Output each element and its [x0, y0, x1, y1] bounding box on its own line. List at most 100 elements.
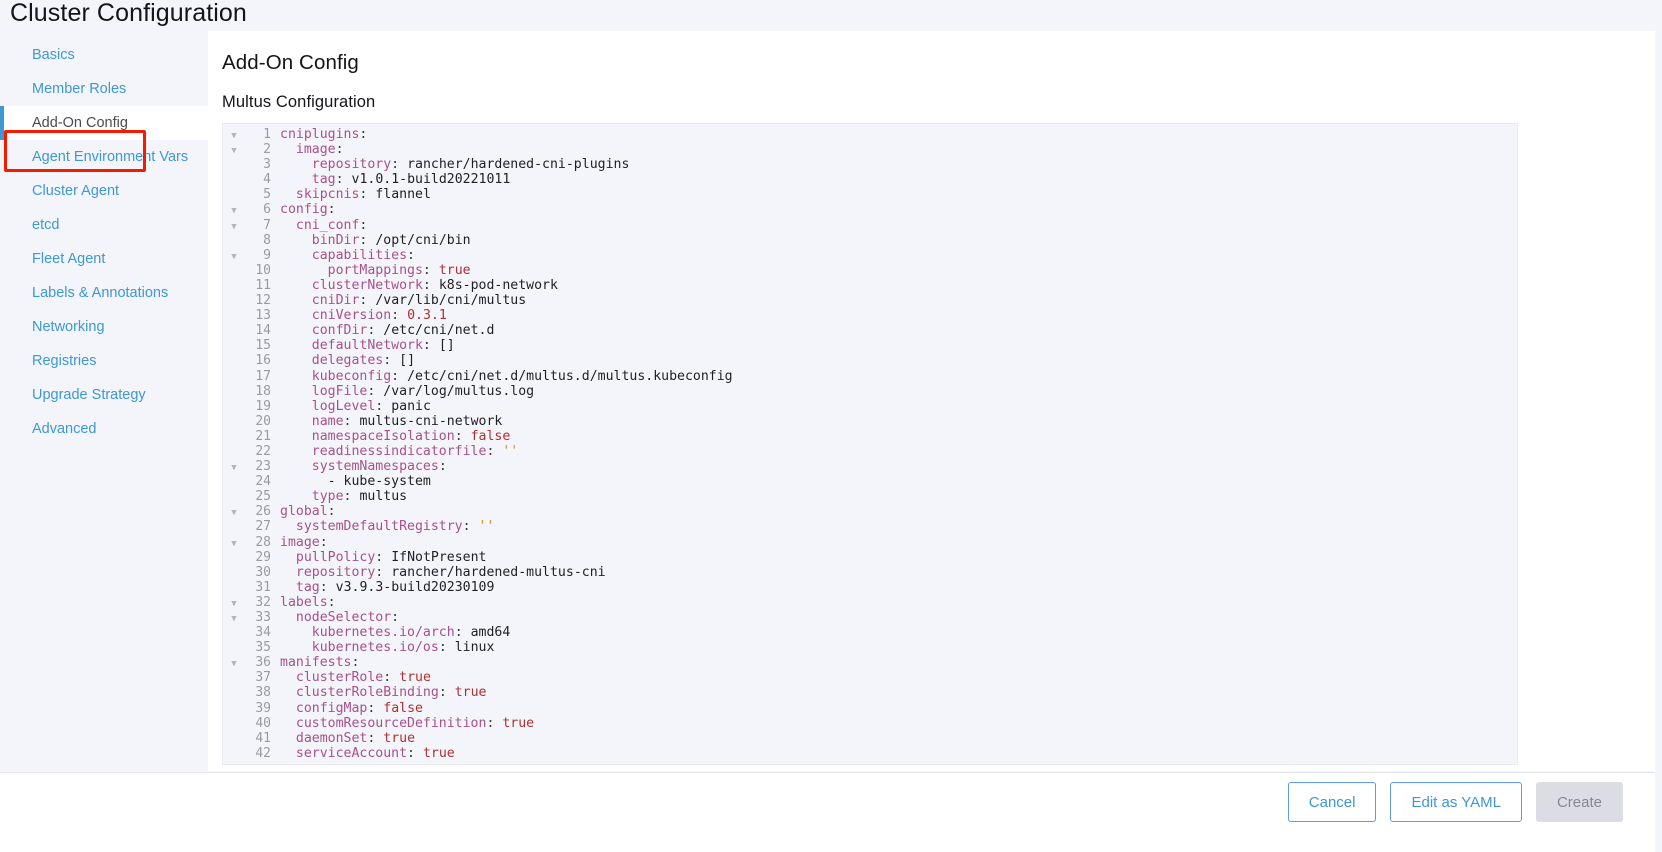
sidebar-item-fleet-agent[interactable]: Fleet Agent [0, 242, 208, 276]
line-number: 21 [255, 428, 271, 444]
sidebar-item-label: Add-On Config [32, 115, 128, 131]
sidebar-item-networking[interactable]: Networking [0, 310, 208, 344]
edit-as-yaml-button[interactable]: Edit as YAML [1390, 782, 1522, 822]
line-number: 3 [263, 157, 271, 173]
code-text: clusterNetwork: k8s-pod-network [311, 277, 558, 293]
sidebar-item-etcd[interactable]: etcd [0, 208, 208, 242]
code-line: 35 kubernetes.io/os: linux [223, 640, 1517, 655]
line-number: 1 [263, 127, 271, 142]
line-number: 32 [255, 594, 271, 610]
code-text: labels: [280, 594, 336, 610]
line-number: 9 [263, 247, 271, 263]
code-line: 3 repository: rancher/hardened-cni-plugi… [223, 157, 1517, 172]
fold-triangle-icon[interactable]: ▼ [223, 144, 245, 159]
code-line: ▼ 1 cniplugins: [223, 127, 1517, 142]
code-text: cni_conf: [295, 217, 368, 233]
line-number: 38 [255, 685, 271, 701]
sidebar-item-label: Fleet Agent [32, 251, 106, 267]
code-line: ▼ 9 capabilities: [223, 248, 1517, 263]
sidebar-item-label: Networking [32, 319, 105, 335]
sidebar-item-label: Agent Environment Vars [32, 149, 189, 165]
sidebar-item-labels-annotations[interactable]: Labels & Annotations [0, 276, 208, 310]
sidebar-item-cluster-agent[interactable]: Cluster Agent [0, 174, 208, 208]
sidebar-item-label: Cluster Agent [32, 183, 120, 199]
code-text: defaultNetwork: [] [311, 338, 455, 354]
sidebar-item-upgrade-strategy[interactable]: Upgrade Strategy [0, 378, 208, 412]
line-number: 37 [255, 670, 271, 686]
line-number: 2 [263, 142, 271, 158]
code-text: manifests: [280, 655, 360, 671]
sidebar-item-label: etcd [32, 217, 60, 233]
code-line: 31 tag: v3.9.3-build20230109 [223, 580, 1517, 595]
code-text: systemDefaultRegistry: '' [295, 519, 495, 535]
content-pane: Add-On Config Multus Configuration ▼ 1 cni… [208, 31, 1655, 771]
code-text: repository: rancher/hardened-multus-cni [295, 564, 606, 580]
code-line: 4 tag: v1.0.1-build20221011 [223, 172, 1517, 187]
code-line: 16 delegates: [] [223, 353, 1517, 368]
code-text: clusterRole: true [295, 670, 431, 686]
code-line: ▼ 33 nodeSelector: [223, 610, 1517, 625]
create-button[interactable]: Create [1535, 782, 1623, 822]
code-text: confDir: /etc/cni/net.d [311, 323, 495, 339]
code-line: ▼ 7 cni_conf: [223, 218, 1517, 233]
code-line: 14 confDir: /etc/cni/net.d [223, 323, 1517, 338]
line-number: 11 [255, 277, 271, 293]
code-line: ▼ 26 global: [223, 504, 1517, 519]
code-text: capabilities: [311, 247, 415, 263]
sidebar-item-registries[interactable]: Registries [0, 344, 208, 378]
sidebar-item-label: Registries [32, 353, 97, 369]
code-line: 39 configMap: false [223, 701, 1517, 716]
code-line: 15 defaultNetwork: [] [223, 338, 1517, 353]
code-line: 8 binDir: /opt/cni/bin [223, 233, 1517, 248]
line-number: 22 [255, 443, 271, 459]
section-heading: Multus Configuration [222, 93, 376, 111]
sidebar-item-member-roles[interactable]: Member Roles [0, 72, 208, 106]
fold-triangle-icon[interactable]: ▼ [223, 506, 245, 521]
code-text: serviceAccount: true [295, 745, 455, 761]
fold-triangle-icon[interactable]: ▼ [223, 612, 245, 627]
cluster-configuration-page: Cluster Configuration Basics Member Roles… [0, 0, 1662, 852]
line-number: 19 [255, 398, 271, 414]
code-line: 20 name: multus-cni-network [223, 414, 1517, 429]
fold-triangle-icon[interactable]: ▼ [223, 204, 245, 219]
fold-triangle-icon[interactable]: ▼ [223, 537, 245, 552]
line-number: 27 [255, 519, 271, 535]
sidebar-item-add-on-config[interactable]: Add-On Config [0, 106, 208, 140]
code-text: global: [280, 504, 336, 520]
sidebar-item-advanced[interactable]: Advanced [0, 412, 208, 446]
fold-triangle-icon[interactable]: ▼ [223, 461, 245, 476]
code-text: namespaceIsolation: false [311, 428, 511, 444]
yaml-code-editor[interactable]: ▼ 1 cniplugins: ▼ 2 image: 3 repository: ranc… [222, 123, 1518, 765]
line-number: 7 [263, 217, 271, 233]
line-number: 36 [255, 655, 271, 671]
line-number: 33 [255, 610, 271, 625]
code-text: - kube-system [280, 474, 431, 490]
code-text: config: [280, 202, 336, 218]
line-number: 14 [255, 323, 271, 339]
fold-triangle-icon[interactable]: ▼ [223, 220, 245, 235]
line-number: 23 [255, 459, 271, 475]
sidebar-item-label: Basics [32, 47, 75, 63]
sidebar-item-basics[interactable]: Basics [0, 38, 208, 72]
code-text: clusterRoleBinding: true [295, 685, 487, 701]
cancel-button[interactable]: Cancel [1287, 782, 1377, 822]
code-line: ▼ 32 labels: [223, 595, 1517, 610]
config-card: Basics Member Roles Add-On Config Agent Env… [0, 31, 1655, 771]
code-text: kubeconfig: /etc/cni/net.d/multus.d/mult… [311, 368, 733, 384]
code-text: type: multus [311, 489, 408, 505]
fold-triangle-icon[interactable]: ▼ [223, 250, 245, 265]
line-number: 26 [255, 504, 271, 520]
code-text: daemonSet: true [295, 730, 416, 746]
code-line: 27 systemDefaultRegistry: '' [223, 519, 1517, 534]
fold-triangle-icon[interactable]: ▼ [223, 597, 245, 612]
fold-triangle-icon[interactable]: ▼ [223, 129, 245, 144]
code-text: kubernetes.io/arch: amd64 [311, 625, 511, 641]
fold-triangle-icon[interactable]: ▼ [223, 657, 245, 672]
code-text: pullPolicy: IfNotPresent [295, 549, 487, 565]
code-line: 40 customResourceDefinition: true [223, 716, 1517, 731]
code-text: delegates: [] [311, 353, 416, 369]
sidebar-item-agent-environment-vars[interactable]: Agent Environment Vars [0, 140, 208, 174]
code-line: 19 logLevel: panic [223, 399, 1517, 414]
footer-action-bar: Cancel Edit as YAML Create [0, 772, 1655, 852]
line-number: 15 [255, 338, 271, 354]
